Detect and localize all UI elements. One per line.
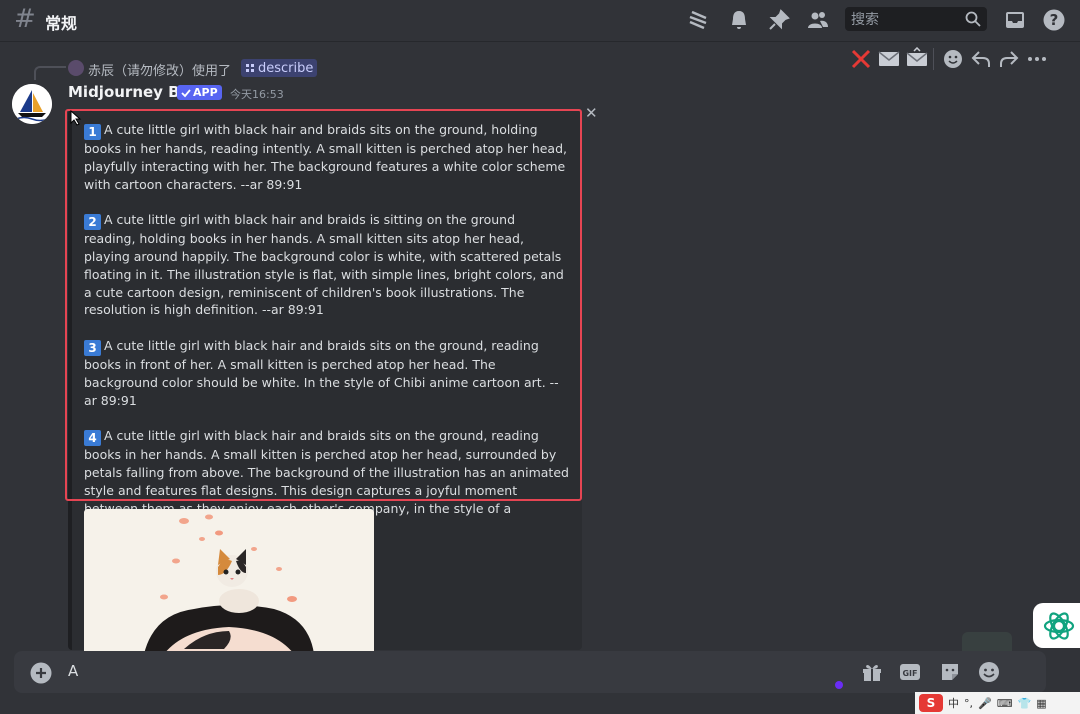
svg-text:?: ?: [1050, 11, 1059, 29]
inbox-icon[interactable]: [1003, 8, 1027, 32]
help-icon[interactable]: ?: [1042, 8, 1066, 32]
composer-input[interactable]: A: [68, 662, 78, 680]
sticker-icon[interactable]: [938, 660, 962, 684]
command-name: describe: [258, 60, 314, 76]
forward-icon[interactable]: [997, 47, 1021, 71]
punctuation-icon[interactable]: °,: [964, 697, 973, 710]
keycap-number: 3: [84, 339, 101, 356]
gif-icon[interactable]: GIF: [898, 660, 922, 684]
search-placeholder: 搜索: [851, 12, 879, 28]
ime-toolbar[interactable]: S 中 °, 🎤 ⌨ 👕 ▦: [915, 692, 1080, 714]
embed-image[interactable]: [84, 509, 374, 654]
command-grid-icon: [246, 64, 254, 72]
reply-text[interactable]: 赤辰（请勿修改）使用了: [88, 60, 231, 79]
midjourney-boat-logo: [12, 84, 52, 124]
mouse-cursor-icon: [70, 110, 82, 126]
check-icon: [181, 88, 191, 97]
plus-icon[interactable]: [30, 662, 52, 684]
keyboard-icon[interactable]: ⌨: [997, 697, 1013, 710]
search-icon: [965, 11, 981, 27]
envelope-icon[interactable]: [877, 47, 901, 71]
microphone-icon[interactable]: 🎤: [978, 697, 992, 710]
more-icon[interactable]: [1025, 47, 1049, 71]
channel-hash-icon: #: [14, 4, 36, 34]
author-avatar[interactable]: [12, 84, 52, 124]
status-dot: [835, 681, 843, 689]
prompt-item: 1A cute little girl with black hair and …: [84, 121, 570, 193]
channel-name: 常规: [45, 14, 78, 33]
sogou-logo[interactable]: S: [919, 694, 943, 712]
illustration-girl-kitten: [84, 509, 374, 654]
openai-logo-icon: [1043, 612, 1075, 640]
keycap-number: 4: [84, 430, 101, 447]
app-badge: APP: [177, 85, 222, 100]
add-reaction-icon[interactable]: [941, 47, 965, 71]
app-badge-label: APP: [193, 86, 218, 99]
prompt-text: A cute little girl with black hair and b…: [84, 122, 568, 192]
prompt-item: 3A cute little girl with black hair and …: [84, 337, 570, 409]
message-composer[interactable]: [14, 651, 1046, 693]
gift-icon[interactable]: [860, 660, 884, 684]
search-input[interactable]: 搜索: [845, 7, 987, 31]
toolbox-icon[interactable]: ▦: [1036, 697, 1046, 710]
keycap-number: 2: [84, 214, 101, 231]
message-hover-toolbar: [843, 44, 1053, 74]
bell-icon[interactable]: [727, 8, 751, 32]
reply-connector: [34, 66, 66, 80]
red-x-icon[interactable]: [849, 47, 873, 71]
close-icon[interactable]: ✕: [585, 104, 598, 122]
reply-icon[interactable]: [969, 47, 993, 71]
prompt-text: A cute little girl with black hair and b…: [84, 212, 564, 318]
svg-text:GIF: GIF: [902, 669, 917, 678]
message-timestamp: 今天16:53: [230, 88, 284, 101]
keycap-number: 1: [84, 124, 101, 140]
ime-mode-label[interactable]: 中: [948, 695, 959, 711]
envelope-open-icon[interactable]: [905, 47, 929, 71]
toolbar-divider: [933, 48, 934, 70]
threads-icon[interactable]: [686, 8, 710, 32]
prompt-text: A cute little girl with black hair and b…: [84, 337, 559, 408]
members-icon[interactable]: [806, 8, 830, 32]
channel-header: # 常规 搜索 ?: [0, 0, 1080, 42]
floating-assistant-widget[interactable]: [1033, 603, 1080, 648]
prompt-item: 2A cute little girl with black hair and …: [84, 211, 570, 319]
emoji-icon[interactable]: [977, 660, 1001, 684]
skin-icon[interactable]: 👕: [1018, 697, 1032, 710]
reply-avatar[interactable]: [68, 60, 84, 76]
prompt-list: 1A cute little girl with black hair and …: [84, 121, 570, 553]
pin-icon[interactable]: [767, 8, 791, 32]
slash-command-tag[interactable]: describe: [241, 59, 318, 77]
